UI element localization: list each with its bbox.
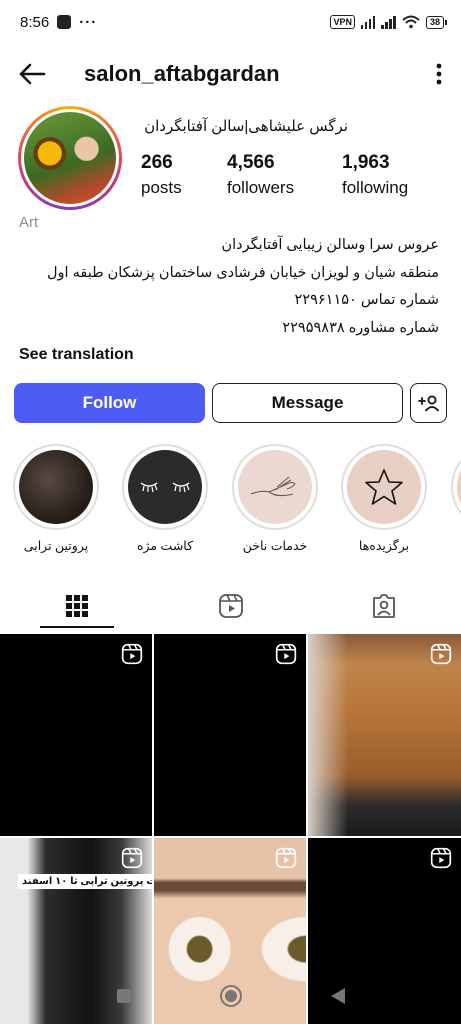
- followers-stat[interactable]: 4,566 followers: [227, 152, 294, 198]
- highlight-eyelash[interactable]: کاشت مژه: [122, 444, 208, 553]
- hair-photo: [19, 450, 93, 524]
- suggested-users-button[interactable]: [410, 383, 447, 423]
- back-triangle-icon: [330, 988, 345, 1004]
- status-left: 8:56 ···: [20, 14, 97, 31]
- tab-reels[interactable]: [154, 583, 308, 629]
- signal-icon: [360, 15, 376, 29]
- message-button[interactable]: Message: [212, 383, 403, 423]
- avatar: [24, 112, 116, 204]
- highlight-nail-services[interactable]: خدمات ناخن: [232, 444, 318, 553]
- reels-icon: [121, 643, 143, 665]
- highlight-label: خدمات ناخن: [242, 539, 308, 553]
- bio-line-3: شماره تماس ۲۲۹۶۱۱۵۰: [294, 292, 439, 308]
- system-navigation-bar: [0, 968, 461, 1024]
- reels-icon: [121, 847, 143, 869]
- home-icon: [219, 985, 242, 1007]
- highlight-favorites[interactable]: برگزیده‌ها: [341, 444, 427, 553]
- grid-icon: [65, 595, 88, 617]
- highlight-label: برگزیده‌ها: [358, 539, 410, 553]
- highlight-label: کاشت مژه: [136, 539, 194, 553]
- recents-button[interactable]: [104, 976, 144, 1016]
- grid-post[interactable]: [154, 634, 306, 836]
- highlight-protein-therapy[interactable]: پروتین ترابی: [13, 444, 99, 553]
- bio-line-1: عروس سرا وسالن زیبایی آفتابگردان: [221, 237, 439, 253]
- profile-category: Art: [19, 214, 39, 231]
- signal-icon-2: [381, 15, 396, 29]
- post-caption-overlay: خدمات پروتین تراپی تا ۱۰ اسفند: [18, 874, 152, 889]
- more-options-button[interactable]: [417, 52, 461, 96]
- status-time: 8:56: [20, 13, 50, 31]
- tab-grid[interactable]: [0, 583, 154, 629]
- highlight-partial[interactable]: [451, 444, 461, 530]
- notification-icon: [57, 15, 72, 29]
- following-label: following: [342, 178, 409, 197]
- following-stat[interactable]: 1,963 following: [342, 152, 408, 198]
- follow-button[interactable]: Follow: [14, 383, 205, 423]
- wifi-icon: [402, 15, 420, 29]
- status-bar: 8:56 ··· VPN 38: [0, 0, 461, 44]
- avatar-story-ring[interactable]: [18, 106, 122, 210]
- reels-icon: [430, 847, 452, 869]
- vpn-badge: VPN: [330, 15, 355, 29]
- bio-line-2: منطقه شیان و لویزان خیابان فرشادی ساختما…: [47, 265, 439, 281]
- profile-tabs: [0, 583, 461, 629]
- display-name: نرگس علیشاهی|سالن آفتابگردان: [144, 118, 348, 135]
- bio-line-4: شماره مشاوره ۲۲۹۵۹۸۳۸: [282, 320, 439, 336]
- home-button[interactable]: [211, 976, 251, 1016]
- battery-level: 38: [425, 15, 444, 29]
- tab-tagged[interactable]: [307, 583, 461, 629]
- profile-header: salon_aftabgardan: [0, 52, 461, 96]
- followers-label: followers: [227, 178, 295, 197]
- posts-grid: خدمات پروتین تراپی تا ۱۰ اسفند: [0, 634, 461, 1024]
- reels-icon: [218, 594, 243, 618]
- add-user-icon: [417, 395, 439, 412]
- reels-icon: [275, 643, 297, 665]
- eyelash-icon: [140, 482, 190, 493]
- posts-count: 266: [141, 152, 173, 173]
- reels-icon: [430, 643, 452, 665]
- system-back-button[interactable]: [318, 976, 358, 1016]
- status-right: VPN 38: [330, 15, 447, 29]
- tagged-icon: [373, 594, 396, 618]
- profile-username: salon_aftabgardan: [84, 61, 280, 86]
- see-translation-link[interactable]: See translation: [19, 346, 134, 364]
- following-count: 1,963: [342, 152, 390, 173]
- followers-count: 4,566: [227, 152, 275, 173]
- battery-icon: 38: [425, 15, 447, 29]
- star-icon: [365, 469, 403, 505]
- active-tab-indicator: [40, 626, 114, 628]
- more-vertical-icon: [436, 63, 442, 85]
- highlight-label: پروتین ترابی: [23, 539, 89, 553]
- reels-icon: [275, 847, 297, 869]
- status-more-dots: ···: [79, 13, 98, 31]
- posts-stat[interactable]: 266 posts: [141, 152, 182, 198]
- hand-icon: [250, 476, 296, 497]
- recents-icon: [116, 989, 131, 1003]
- story-highlights: پروتین ترابی کاشت مژه خدمات ناخن برگزیده…: [0, 444, 461, 564]
- grid-post[interactable]: [0, 634, 152, 836]
- posts-label: posts: [141, 178, 182, 197]
- back-button[interactable]: [0, 52, 64, 96]
- grid-post[interactable]: [308, 634, 461, 836]
- arrow-left-icon: [19, 63, 46, 85]
